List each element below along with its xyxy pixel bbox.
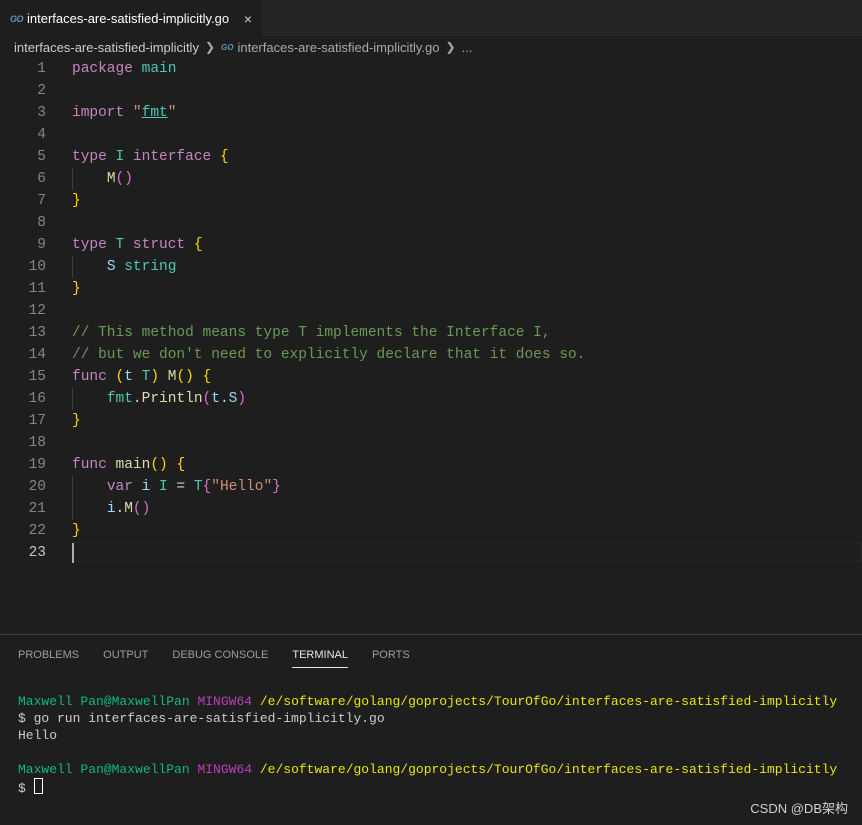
line-number: 20 [28,479,46,495]
bottom-panel: PROBLEMS OUTPUT DEBUG CONSOLE TERMINAL P… [0,634,862,825]
terminal-path: /e/software/golang/goprojects/TourOfGo/i… [259,762,838,777]
code-line: 7} [0,190,862,212]
code-text: i.M() [106,501,151,517]
breadcrumb-more[interactable]: ... [462,40,473,55]
breadcrumb-file[interactable]: interfaces-are-satisfied-implicitly.go [237,40,439,55]
tab-output[interactable]: OUTPUT [103,645,148,669]
code-line: 19 func main() { [0,454,862,476]
code-line: 13 // This method means type T implements… [0,322,862,344]
terminal-user: Maxwell Pan@MaxwellPan [18,762,190,777]
terminal-command: $ go run interfaces-are-satisfied-implic… [18,711,385,726]
code-text: fmt.Println(t.S) [106,391,247,407]
code-line: 8 [0,212,862,234]
line-number: 22 [28,523,46,539]
code-line: 18 [0,432,862,454]
go-file-icon: GO [221,42,234,52]
code-line: 15 func (t T) M() { [0,366,862,388]
chevron-right-icon: ❯ [445,40,456,54]
line-number: 16 [28,391,46,407]
line-number: 4 [37,127,46,143]
line-number: 8 [37,215,46,231]
breadcrumb: interfaces-are-satisfied-implicitly ❯ GO… [0,36,862,58]
line-number: 11 [28,281,46,297]
code-line: 16 fmt.Println(t.S) [0,388,862,410]
code-line: 9 type T struct { [0,234,862,256]
terminal-program-output: Hello [18,728,58,743]
code-line: 1 package main [0,58,862,80]
code-text: var i I = T{"Hello"} [106,479,281,495]
panel-tabs: PROBLEMS OUTPUT DEBUG CONSOLE TERMINAL P… [18,645,410,669]
code-text: M() [106,171,133,187]
close-icon[interactable]: × [244,11,252,27]
terminal-host: MINGW64 [197,762,253,777]
code-text: } [72,413,81,429]
code-text: package main [72,61,177,77]
line-number: 14 [28,347,46,363]
code-text: func main() { [72,457,186,473]
code-line: 20 var i I = T{"Hello"} [0,476,862,498]
tab-terminal[interactable]: TERMINAL [292,645,348,668]
code-line: 11} [0,278,862,300]
line-number: 2 [37,83,46,99]
line-number: 18 [28,435,46,451]
line-number: 5 [37,149,46,165]
terminal-path: /e/software/golang/goprojects/TourOfGo/i… [259,694,838,709]
code-line: 5 type I interface { [0,146,862,168]
terminal-output[interactable]: Maxwell Pan@MaxwellPan MINGW64 /e/softwa… [18,693,837,797]
code-text: } [72,193,81,209]
code-text: } [72,281,81,297]
code-editor[interactable]: 1 package main 2 3 import "fmt" 4 5 type I … [0,58,862,634]
line-number: 9 [37,237,46,253]
go-file-icon: GO [10,13,24,24]
code-text: import "fmt" [72,105,177,121]
code-line: 4 [0,124,862,146]
terminal-host: MINGW64 [197,694,253,709]
terminal-user: Maxwell Pan@MaxwellPan [18,694,190,709]
editor-tab-bar: GO interfaces-are-satisfied-implicitly.g… [0,0,862,36]
code-line-current: 23 [0,542,862,564]
tab-debug-console[interactable]: DEBUG CONSOLE [172,645,268,669]
tab-ports[interactable]: PORTS [372,645,410,669]
terminal-cursor [33,778,43,794]
code-line: 12 [0,300,862,322]
terminal-prompt: $ [18,781,26,796]
code-line: 6 M() [0,168,862,190]
line-number: 7 [37,193,46,209]
tab-problems[interactable]: PROBLEMS [18,645,79,669]
line-number: 17 [28,413,46,429]
line-number: 23 [28,545,46,561]
text-cursor [72,543,74,563]
code-text: type T struct { [72,237,203,253]
code-line: 22} [0,520,862,542]
code-text: S string [106,259,177,275]
line-number: 6 [37,171,46,187]
code-line: 21 i.M() [0,498,862,520]
line-number: 21 [28,501,46,517]
line-number: 15 [28,369,46,385]
line-number: 1 [37,61,46,77]
line-number: 10 [28,259,46,275]
line-number: 12 [28,303,46,319]
code-line: 14 // but we don't need to explicitly dec… [0,344,862,366]
code-line: 10 S string [0,256,862,278]
code-line: 2 [0,80,862,102]
code-line: 3 import "fmt" [0,102,862,124]
code-line: 17} [0,410,862,432]
code-comment: // This method means type T implements t… [72,325,551,341]
code-comment: // but we don't need to explicitly decla… [72,347,586,363]
line-number: 3 [37,105,46,121]
code-text: type I interface { [72,149,229,165]
breadcrumb-folder[interactable]: interfaces-are-satisfied-implicitly [14,40,199,55]
chevron-right-icon: ❯ [204,40,216,54]
tab-title: interfaces-are-satisfied-implicitly.go [27,11,230,26]
code-text: func (t T) M() { [72,369,212,385]
line-number: 19 [28,457,46,473]
code-text: } [72,523,81,539]
watermark: CSDN @DB架构 [750,801,848,816]
tab-active-file[interactable]: GO interfaces-are-satisfied-implicitly.g… [0,0,262,36]
line-number: 13 [28,325,46,341]
